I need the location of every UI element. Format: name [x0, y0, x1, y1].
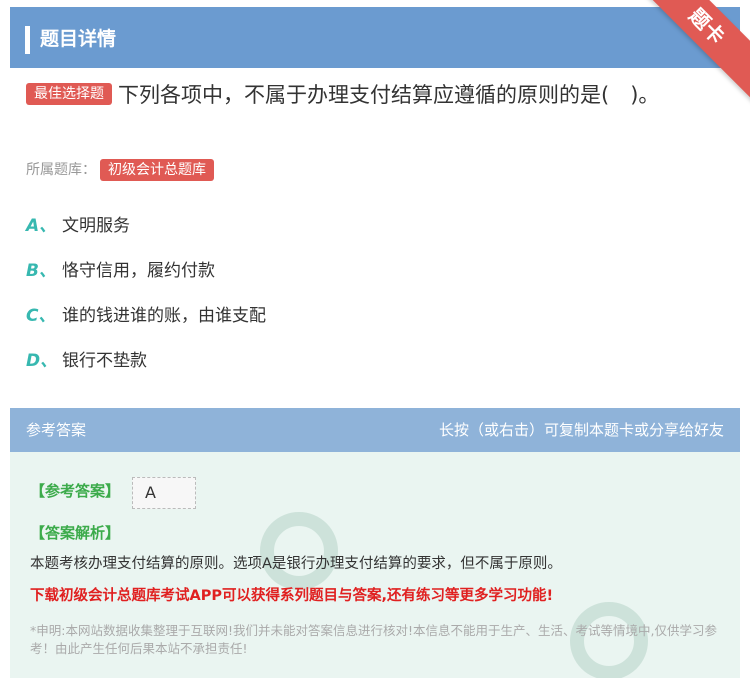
explanation-text: 本题考核办理支付结算的原则。选项A是银行办理支付结算的要求，但不属于原则。: [30, 556, 562, 572]
question-block: 最佳选择题 下列各项中，不属于办理支付结算应遵循的原则的是( )。: [26, 78, 726, 112]
option-text: 恪守信用，履约付款: [62, 261, 215, 281]
app-promo-link[interactable]: 下载初级会计总题库考试APP可以获得系列题目与答案,还有练习等更多学习功能!: [30, 584, 553, 605]
reference-answer-label: 【参考答案】: [30, 482, 121, 500]
option-text: 文明服务: [62, 216, 130, 236]
option-letter: C、: [26, 306, 56, 326]
option-letter: A、: [26, 216, 57, 236]
source-tag[interactable]: 初级会计总题库: [100, 159, 214, 181]
header-bar: 题目详情: [10, 7, 740, 68]
question-text: 下列各项中，不属于办理支付结算应遵循的原则的是( )。: [118, 83, 660, 107]
option-letter: B、: [26, 261, 56, 281]
question-source: 所属题库： 初级会计总题库: [26, 158, 214, 182]
share-hint: 长按（或右击）可复制本题卡或分享给好友: [438, 421, 724, 439]
option-c[interactable]: C、 谁的钱进谁的账，由谁支配: [26, 303, 266, 329]
page-title: 题目详情: [40, 28, 117, 50]
answer-panel: 【参考答案】 A 【答案解析】 本题考核办理支付结算的原则。选项A是银行办理支付…: [10, 452, 740, 678]
option-d[interactable]: D、 银行不垫款: [26, 348, 147, 374]
source-label: 所属题库：: [26, 162, 96, 178]
disclaimer: *申明:本网站数据收集整理于互联网!我们并未能对答案信息进行核对!本信息不能用于…: [30, 623, 717, 656]
explanation-label: 【答案解析】: [30, 524, 121, 542]
option-letter: D、: [26, 351, 58, 371]
question-type-tag: 最佳选择题: [26, 83, 112, 105]
reference-answer-value: A: [132, 477, 196, 509]
watermark-circle: [260, 512, 338, 590]
answer-bar: 参考答案 长按（或右击）可复制本题卡或分享给好友: [10, 408, 740, 452]
header-accent: [25, 26, 30, 54]
option-b[interactable]: B、 恪守信用，履约付款: [26, 258, 215, 284]
option-text: 银行不垫款: [62, 351, 147, 371]
answer-bar-title: 参考答案: [26, 421, 87, 439]
option-a[interactable]: A、 文明服务: [26, 213, 130, 239]
option-text: 谁的钱进谁的账，由谁支配: [62, 306, 266, 326]
